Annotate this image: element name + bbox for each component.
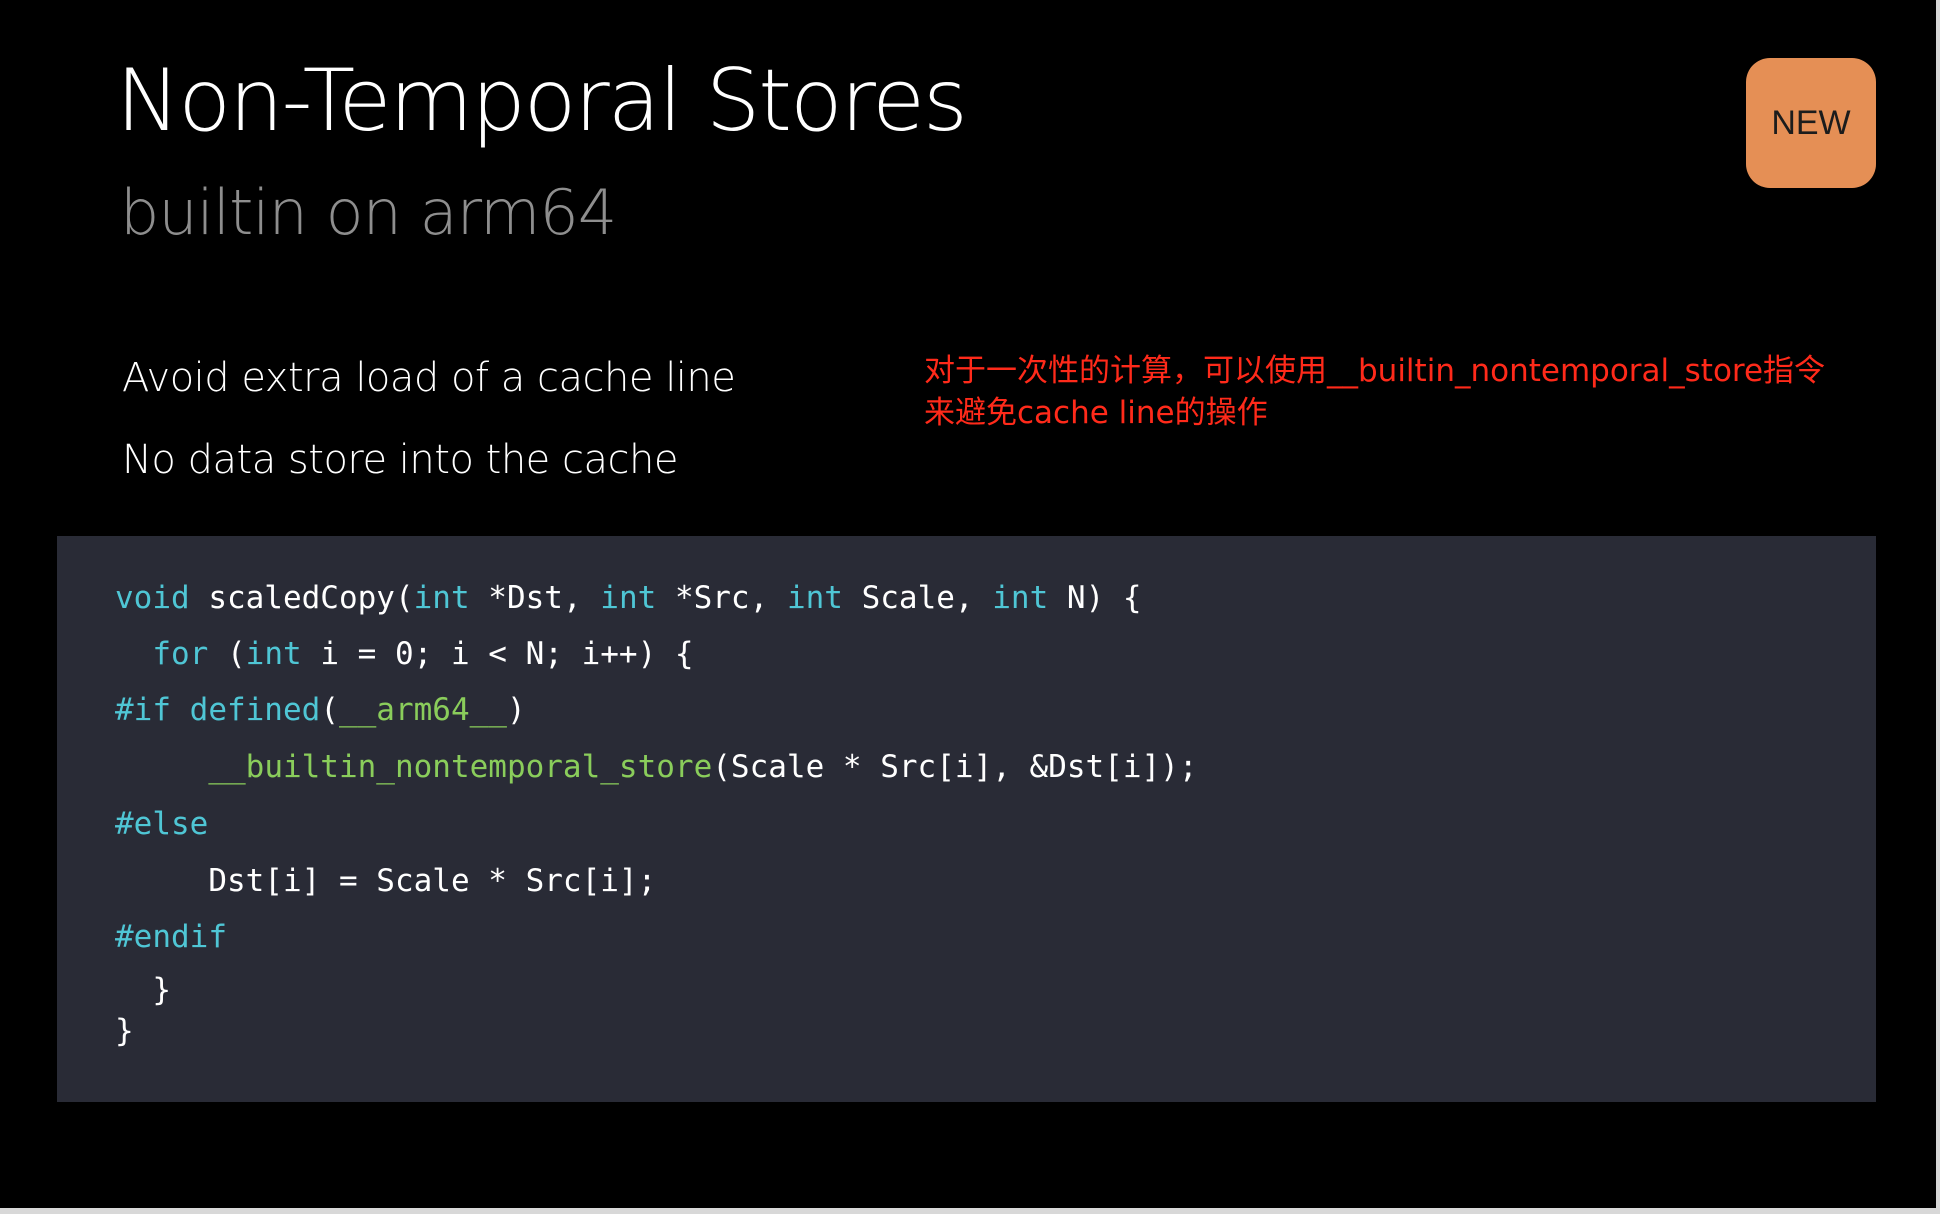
annotation-line: 对于一次性的计算，可以使用__builtin_nontemporal_store… xyxy=(924,353,1826,389)
code-text: Scale, xyxy=(842,580,993,616)
code-text: } xyxy=(115,1013,134,1049)
annotation-line: 来避免cache line的操作 xyxy=(924,395,1268,431)
code-text: ) xyxy=(506,692,526,728)
code-keyword: int xyxy=(786,580,843,616)
code-directive: #else xyxy=(115,806,209,842)
code-keyword: int xyxy=(992,580,1049,616)
code-line: void scaledCopy(int *Dst, int *Src, int … xyxy=(115,578,1142,618)
code-builtin: __arm64__ xyxy=(338,692,507,728)
code-directive: #if defined xyxy=(115,692,321,728)
bullet-item: No data store into the cache xyxy=(122,437,678,483)
code-text: N) { xyxy=(1048,580,1142,616)
code-line: #endif xyxy=(115,917,227,957)
annotation-note: 对于一次性的计算，可以使用__builtin_nontemporal_store… xyxy=(924,350,1934,434)
code-text: } xyxy=(115,972,171,1008)
code-keyword: for xyxy=(152,636,209,672)
code-keyword: void xyxy=(115,580,190,616)
code-text: ( xyxy=(320,692,339,728)
slide: Non-Temporal Stores builtin on arm64 NEW… xyxy=(0,0,1938,1208)
code-text: (Scale * Src[i], &Dst[i]); xyxy=(712,749,1198,785)
code-line: } xyxy=(115,970,171,1010)
bullet-item: Avoid extra load of a cache line xyxy=(122,355,736,401)
code-line: __builtin_nontemporal_store(Scale * Src[… xyxy=(115,747,1198,787)
code-keyword: int xyxy=(245,636,302,672)
code-keyword: int xyxy=(413,580,470,616)
slide-title: Non-Temporal Stores xyxy=(116,51,968,151)
slide-subtitle: builtin on arm64 xyxy=(120,176,617,249)
code-line: } xyxy=(115,1011,134,1051)
code-text: i = 0; i < N; i++) { xyxy=(301,636,694,672)
code-line: for (int i = 0; i < N; i++) { xyxy=(115,634,694,674)
right-border xyxy=(1936,0,1940,1214)
code-text: Dst[i] = Scale * Src[i]; xyxy=(115,863,657,899)
code-text: *Src, xyxy=(656,580,787,616)
code-line: #if defined(__arm64__) xyxy=(115,690,526,730)
code-text: scaledCopy( xyxy=(189,580,414,616)
code-directive: #endif xyxy=(115,919,227,955)
code-line: Dst[i] = Scale * Src[i]; xyxy=(115,861,656,901)
code-block: void scaledCopy(int *Dst, int *Src, int … xyxy=(57,536,1876,1102)
code-text: ( xyxy=(208,636,246,672)
code-keyword: int xyxy=(600,580,657,616)
code-line: #else xyxy=(115,804,208,844)
code-builtin: __builtin_nontemporal_store xyxy=(208,749,713,785)
bottom-border xyxy=(0,1208,1940,1214)
code-text: *Dst, xyxy=(469,580,601,616)
new-badge: NEW xyxy=(1746,58,1876,188)
